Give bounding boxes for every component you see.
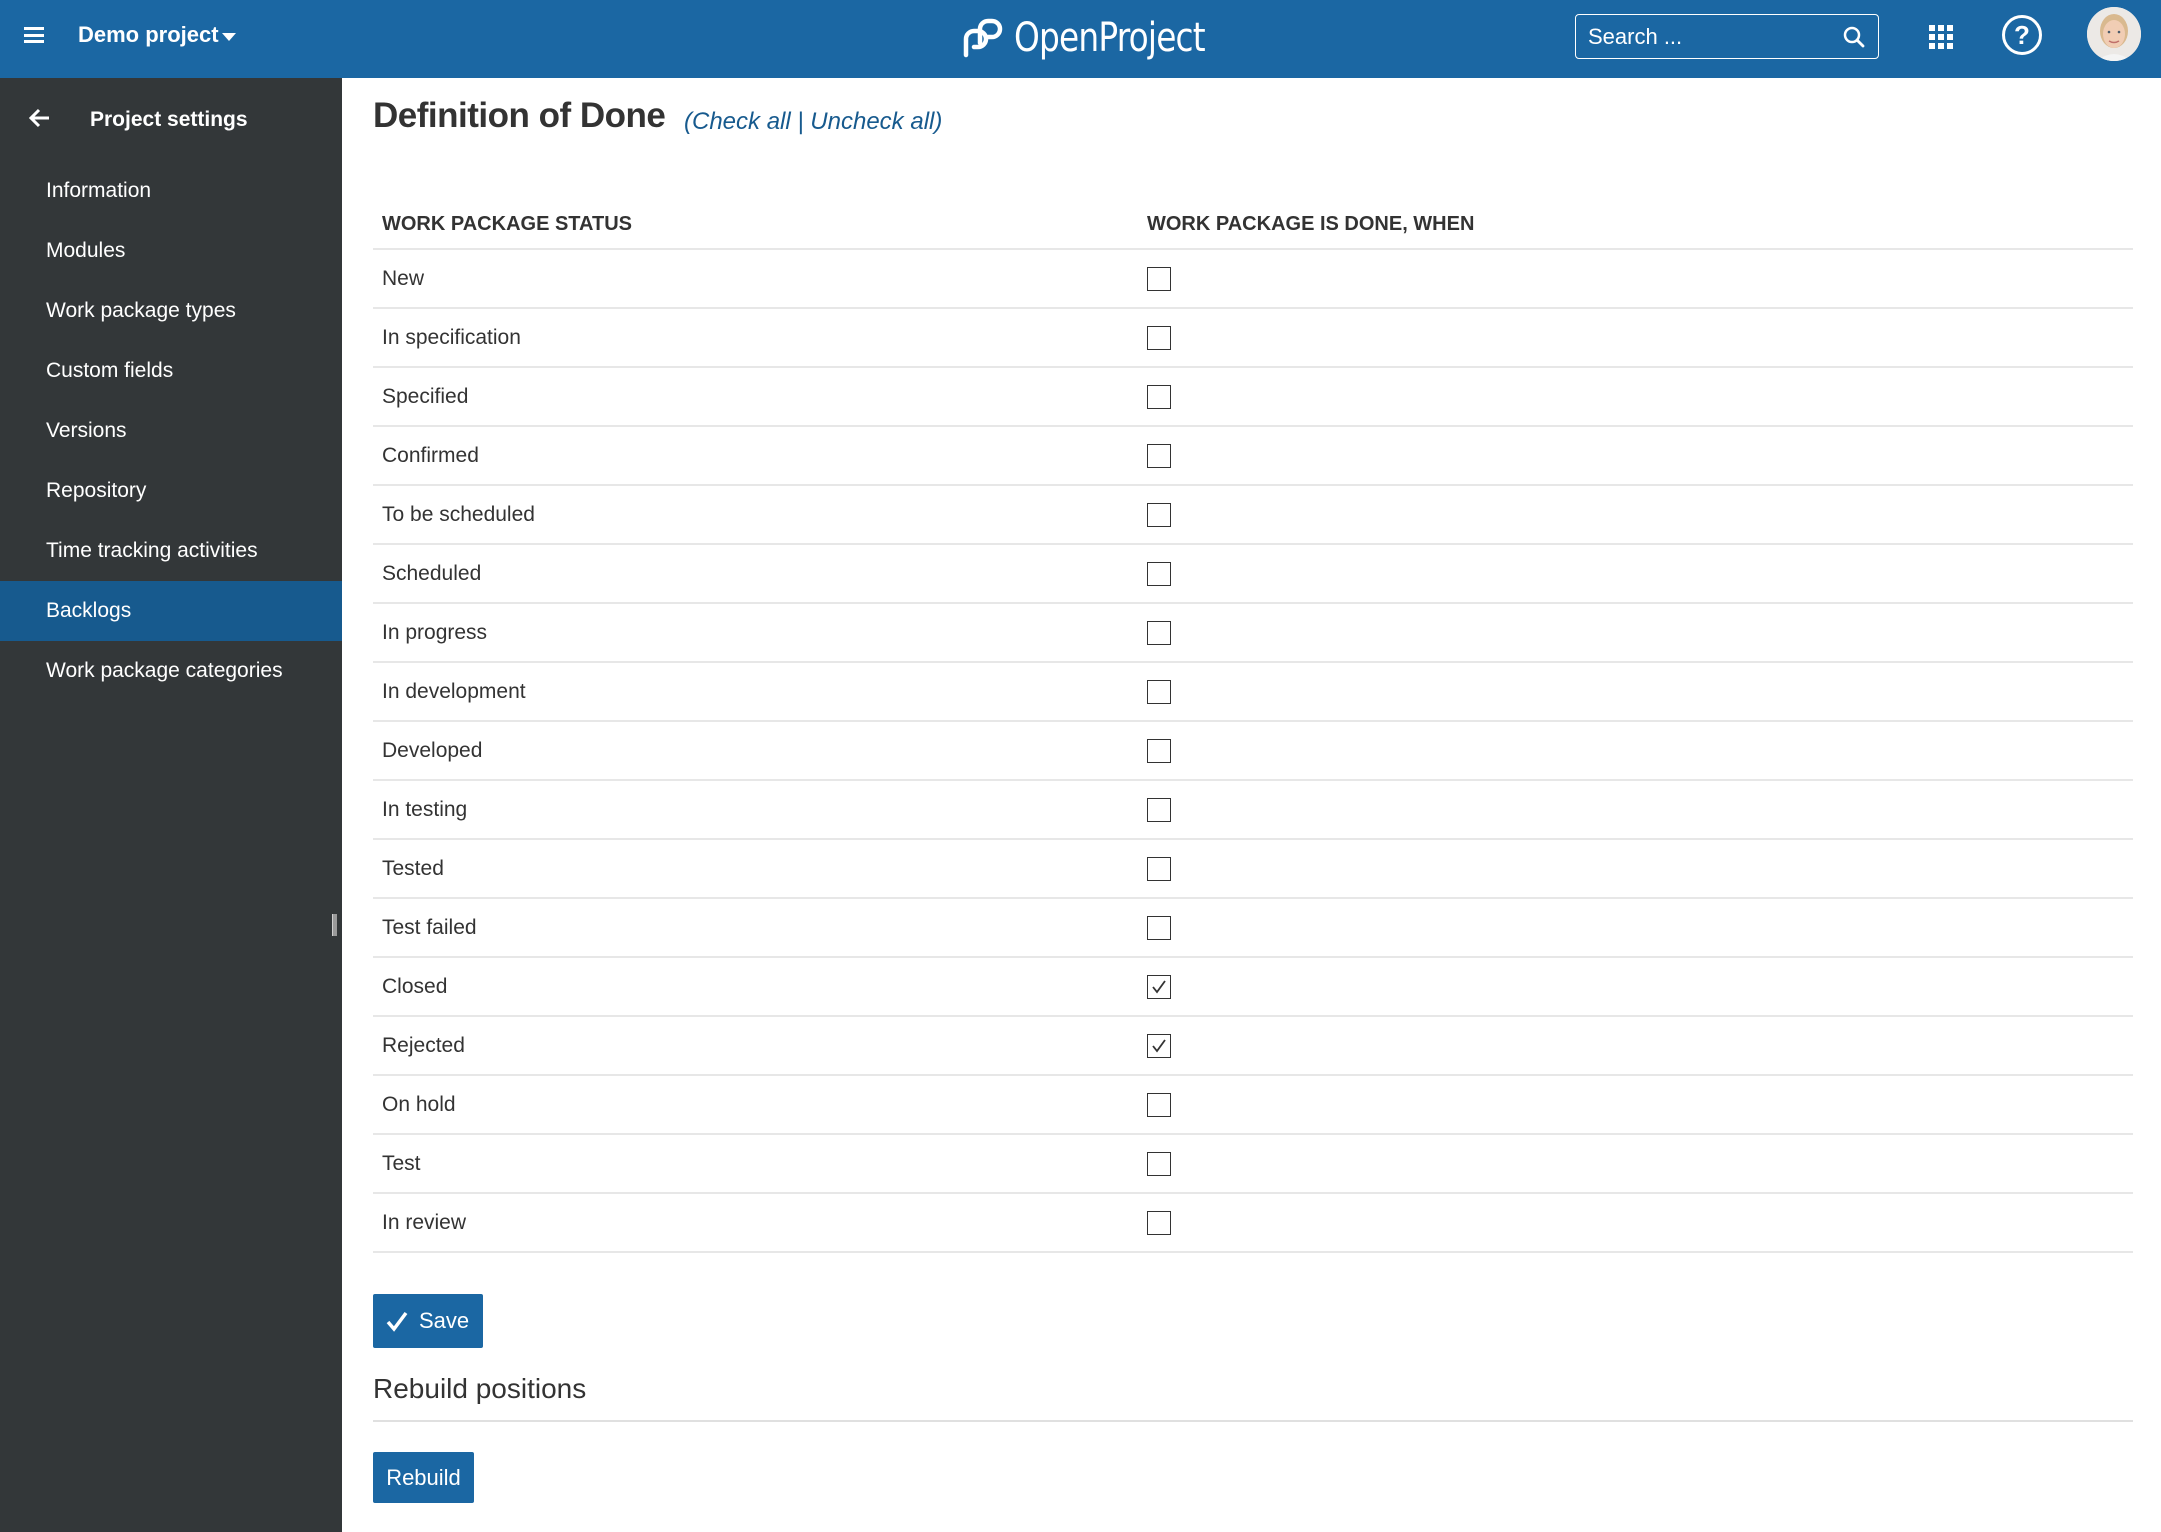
done-checkbox[interactable]	[1147, 916, 1171, 940]
sidebar-item-versions[interactable]: Versions	[0, 401, 342, 461]
done-checkbox[interactable]	[1147, 267, 1171, 291]
done-checkbox[interactable]	[1147, 1034, 1171, 1058]
table-row: Specified	[373, 368, 2133, 427]
rebuild-section-title: Rebuild positions	[373, 1373, 587, 1404]
table-body: New In specification Specified Confirmed To …	[373, 250, 2133, 1253]
sidebar-item-work-package-categories[interactable]: Work package categories	[0, 641, 342, 701]
sidebar-resize-handle[interactable]	[332, 914, 337, 936]
sidebar-item-repository[interactable]: Repository	[0, 461, 342, 521]
done-checkbox[interactable]	[1147, 739, 1171, 763]
done-checkbox[interactable]	[1147, 680, 1171, 704]
checkmark-icon	[386, 1311, 408, 1332]
caret-down-icon[interactable]	[222, 33, 236, 41]
table-row: In specification	[373, 309, 2133, 368]
sidebar-title[interactable]: Project settings	[90, 108, 248, 132]
table-row: In review	[373, 1194, 2133, 1253]
status-name: On hold	[382, 1093, 456, 1116]
table-row: On hold	[373, 1076, 2133, 1135]
status-name: Tested	[382, 857, 444, 880]
status-name: In development	[382, 680, 526, 703]
status-name: Scheduled	[382, 562, 482, 585]
search-input[interactable]	[1588, 23, 1828, 51]
page-title: Definition of Done	[373, 96, 666, 135]
status-name: In testing	[382, 798, 468, 821]
definition-of-done-table: WORK PACKAGE STATUS WORK PACKAGE IS DONE…	[373, 200, 2133, 1253]
modules-grid-icon[interactable]	[1929, 25, 1953, 49]
done-checkbox[interactable]	[1147, 621, 1171, 645]
table-row: Test	[373, 1135, 2133, 1194]
done-checkbox[interactable]	[1147, 1152, 1171, 1176]
back-arrow-icon[interactable]	[28, 106, 52, 130]
section-divider	[373, 1420, 2133, 1422]
status-name: Test	[382, 1152, 421, 1175]
link-separator: |	[790, 108, 811, 135]
paren-open: (	[684, 108, 692, 135]
sidebar-item-custom-fields[interactable]: Custom fields	[0, 341, 342, 401]
save-button[interactable]: Save	[373, 1294, 483, 1348]
help-icon[interactable]: ?	[2002, 15, 2042, 55]
sidebar-item-information[interactable]: Information	[0, 161, 342, 221]
uncheck-all-link[interactable]: Uncheck all	[810, 108, 934, 135]
status-name: Specified	[382, 385, 469, 408]
check-icon	[1152, 980, 1166, 994]
done-checkbox[interactable]	[1147, 385, 1171, 409]
status-name: In progress	[382, 621, 488, 644]
status-name: Developed	[382, 739, 483, 762]
hamburger-menu-icon[interactable]	[24, 27, 44, 43]
sidebar-nav: Information Modules Work package types Cust…	[0, 161, 342, 701]
done-checkbox[interactable]	[1147, 444, 1171, 468]
table-row: Closed	[373, 958, 2133, 1017]
table-row: Rejected	[373, 1017, 2133, 1076]
openproject-logo[interactable]: OpenProject	[958, 10, 1247, 66]
status-name: Confirmed	[382, 444, 479, 467]
table-row: Tested	[373, 840, 2133, 899]
search-icon[interactable]	[1842, 25, 1866, 49]
table-header: WORK PACKAGE STATUS WORK PACKAGE IS DONE…	[373, 200, 2133, 250]
column-header-done: WORK PACKAGE IS DONE, WHEN	[1147, 213, 1475, 235]
table-row: In development	[373, 663, 2133, 722]
status-name: To be scheduled	[382, 503, 535, 526]
status-name: In specification	[382, 326, 521, 349]
check-icon	[1152, 1039, 1166, 1053]
done-checkbox[interactable]	[1147, 857, 1171, 881]
done-checkbox[interactable]	[1147, 326, 1171, 350]
done-checkbox[interactable]	[1147, 1093, 1171, 1117]
check-links: (Check all | Uncheck all)	[684, 108, 942, 136]
done-checkbox[interactable]	[1147, 1211, 1171, 1235]
done-checkbox[interactable]	[1147, 562, 1171, 586]
sidebar-item-backlogs[interactable]: Backlogs	[0, 581, 342, 641]
table-row: In testing	[373, 781, 2133, 840]
avatar-portrait-icon	[2087, 7, 2141, 61]
paren-close: )	[934, 108, 943, 135]
logo-icon	[963, 18, 1003, 58]
table-row: To be scheduled	[373, 486, 2133, 545]
sidebar-item-work-package-types[interactable]: Work package types	[0, 281, 342, 341]
check-all-link[interactable]: Check all	[692, 108, 791, 135]
status-name: In review	[382, 1211, 467, 1234]
table-row: Confirmed	[373, 427, 2133, 486]
done-checkbox[interactable]	[1147, 798, 1171, 822]
save-label: Save	[419, 1308, 470, 1333]
status-name: Test failed	[382, 916, 477, 939]
table-row: Developed	[373, 722, 2133, 781]
status-name: Closed	[382, 975, 448, 998]
table-row: In progress	[373, 604, 2133, 663]
done-checkbox[interactable]	[1147, 503, 1171, 527]
logo-text: OpenProject	[1014, 15, 1206, 61]
column-header-status: WORK PACKAGE STATUS	[382, 213, 632, 235]
table-row: New	[373, 250, 2133, 309]
table-row: Scheduled	[373, 545, 2133, 604]
project-selector[interactable]: Demo project	[78, 22, 219, 48]
rebuild-button[interactable]: Rebuild	[373, 1452, 474, 1503]
table-row: Test failed	[373, 899, 2133, 958]
search-box[interactable]	[1575, 14, 1879, 59]
status-name: Rejected	[382, 1034, 465, 1057]
sidebar: Project settings Information Modules Work …	[0, 78, 342, 1532]
top-header: Demo project OpenProject ?	[0, 0, 2161, 78]
sidebar-item-time-tracking-activities[interactable]: Time tracking activities	[0, 521, 342, 581]
user-avatar[interactable]	[2087, 7, 2141, 61]
status-name: New	[382, 267, 425, 290]
sidebar-item-modules[interactable]: Modules	[0, 221, 342, 281]
done-checkbox[interactable]	[1147, 975, 1171, 999]
